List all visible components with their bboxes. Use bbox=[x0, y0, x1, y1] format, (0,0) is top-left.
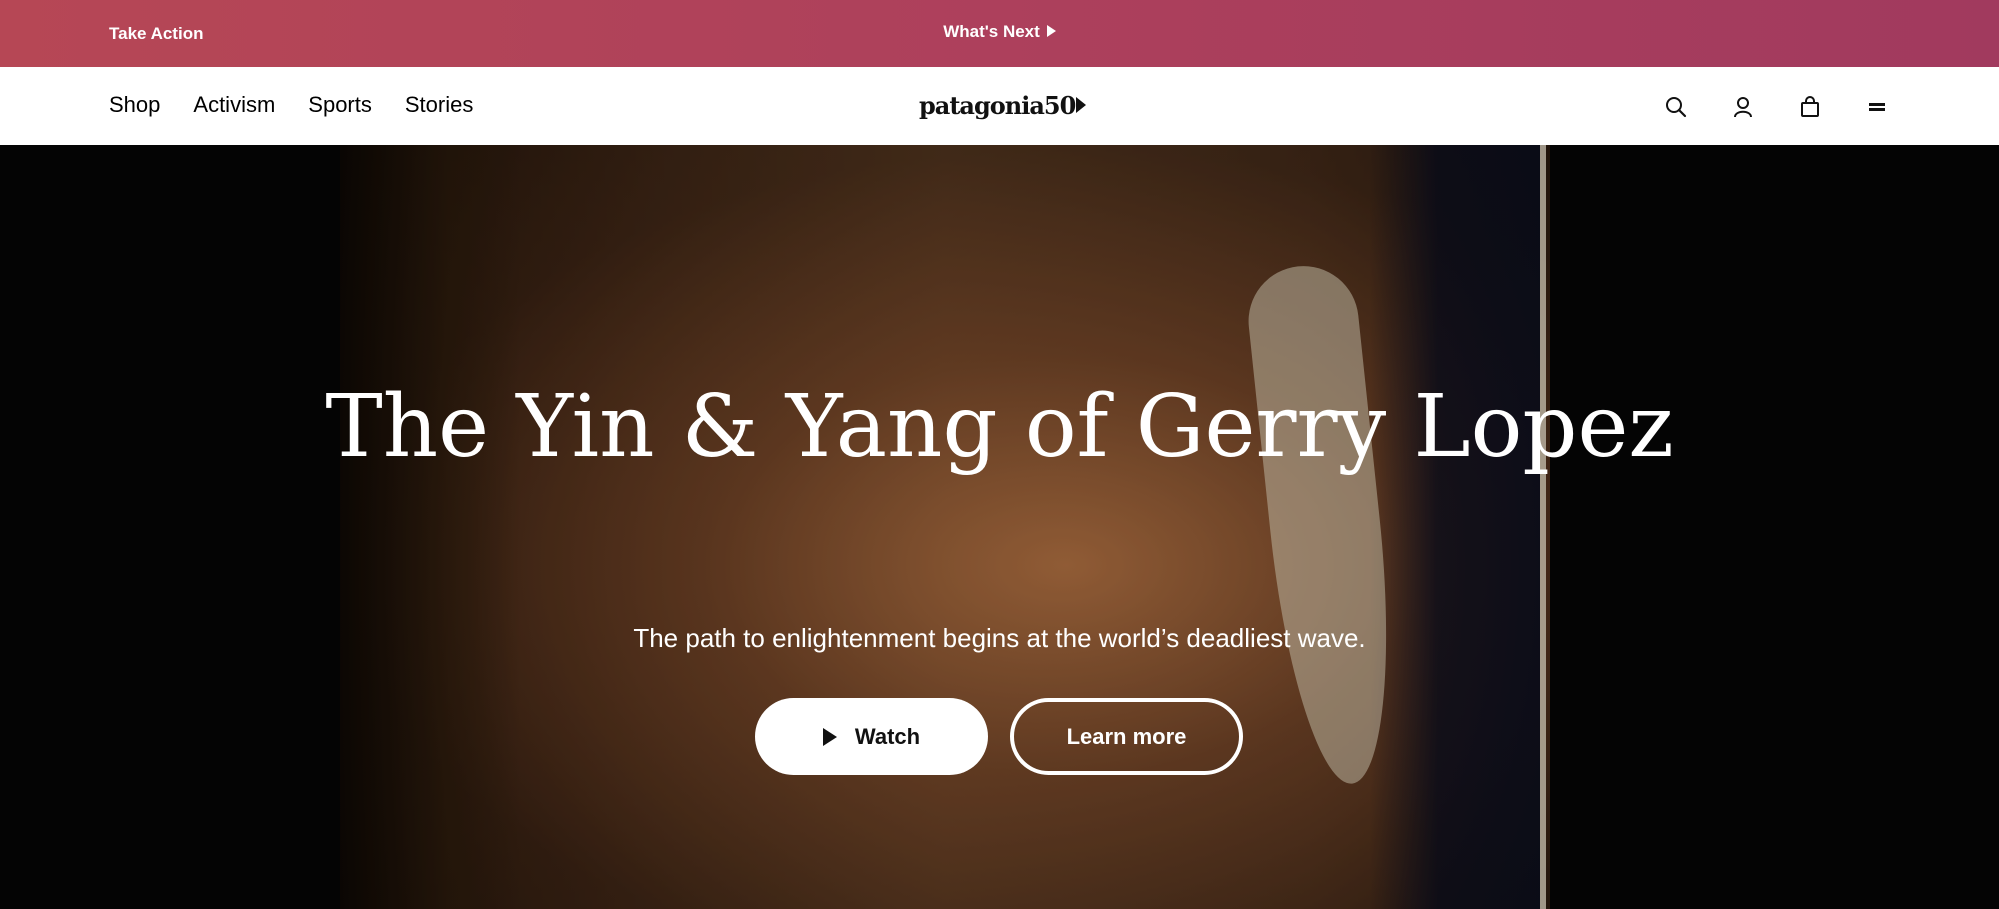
whats-next-banner: What's Next bbox=[0, 22, 1999, 42]
play-icon bbox=[822, 727, 837, 746]
nav-item-activism[interactable]: Activism bbox=[193, 92, 275, 118]
site-header: Shop Activism Sports Stories patagonia50 bbox=[0, 67, 1999, 145]
logo-arrow-icon bbox=[1076, 97, 1087, 113]
patagonia-logo[interactable]: patagonia50 bbox=[919, 91, 1087, 120]
nav-item-shop[interactable]: Shop bbox=[109, 92, 160, 118]
play-arrow-icon bbox=[1046, 25, 1056, 37]
learn-more-label: Learn more bbox=[1066, 723, 1187, 749]
hero-subtitle: The path to enlightenment begins at the … bbox=[633, 623, 1366, 653]
search-icon[interactable] bbox=[1663, 94, 1689, 120]
whats-next-link[interactable]: What's Next bbox=[943, 22, 1040, 41]
learn-more-button[interactable]: Learn more bbox=[1010, 698, 1243, 775]
account-icon[interactable] bbox=[1730, 94, 1756, 120]
logo-text: patagonia50 bbox=[919, 91, 1076, 120]
hero-section: The Yin & Yang of Gerry Lopez The path t… bbox=[0, 145, 1999, 909]
nav-item-stories[interactable]: Stories bbox=[405, 92, 473, 118]
hero-overlay bbox=[0, 145, 1999, 909]
shopping-bag-icon[interactable] bbox=[1797, 94, 1823, 120]
header-icons bbox=[1622, 94, 1890, 120]
watch-button[interactable]: Watch bbox=[755, 698, 988, 775]
menu-icon[interactable] bbox=[1864, 94, 1890, 120]
watch-label: Watch bbox=[854, 723, 921, 749]
main-nav: Shop Activism Sports Stories bbox=[109, 92, 506, 118]
promo-bar: Take Action What's Next bbox=[0, 0, 1999, 67]
nav-item-sports[interactable]: Sports bbox=[308, 92, 372, 118]
hero-title: The Yin & Yang of Gerry Lopez bbox=[325, 377, 1674, 477]
